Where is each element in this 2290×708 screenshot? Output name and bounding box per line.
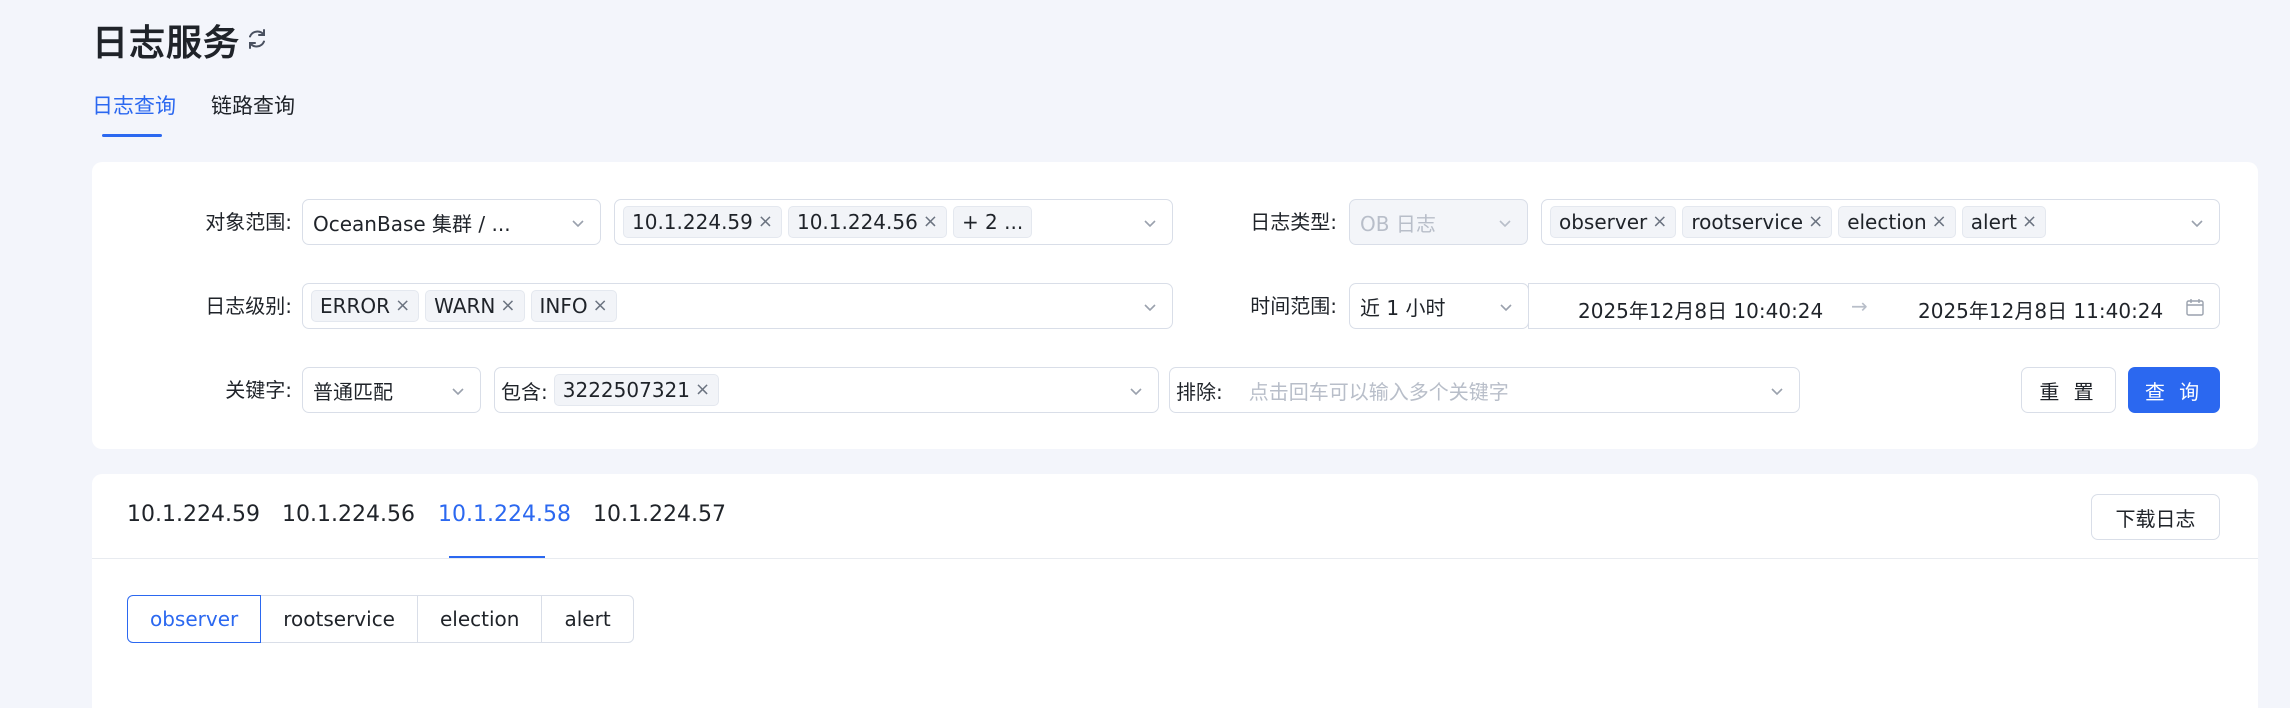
chevron-down-icon bbox=[1144, 304, 1156, 312]
time-preset-select[interactable]: 近 1 小时 bbox=[1349, 283, 1529, 329]
close-icon[interactable]: × bbox=[923, 213, 938, 231]
close-icon[interactable]: × bbox=[500, 297, 515, 315]
chevron-down-icon bbox=[1144, 220, 1156, 228]
log-type-segmented: observer rootservice election alert bbox=[127, 595, 634, 643]
exclude-placeholder: 点击回车可以输入多个关键字 bbox=[1248, 379, 1509, 404]
close-icon[interactable]: × bbox=[395, 297, 410, 315]
close-icon[interactable]: × bbox=[2022, 213, 2037, 231]
host-more-tag[interactable]: + 2 ... bbox=[952, 206, 1033, 238]
close-icon[interactable]: × bbox=[758, 213, 773, 231]
ip-tab[interactable]: 10.1.224.57 bbox=[593, 502, 726, 527]
log-type-label: 日志类型: bbox=[1250, 210, 1337, 234]
segment-alert[interactable]: alert bbox=[541, 595, 634, 643]
log-file-tag: alert × bbox=[1961, 206, 2047, 238]
page-title: 日志服务 bbox=[92, 23, 241, 64]
results-card bbox=[92, 474, 2258, 708]
time-range-label: 时间范围: bbox=[1250, 294, 1337, 318]
segment-rootservice[interactable]: rootservice bbox=[260, 595, 418, 643]
keyword-tag: 3222507321 × bbox=[553, 374, 720, 406]
exclude-prefix: 排除: bbox=[1176, 379, 1223, 404]
include-keyword-input[interactable]: 包含: 3222507321 × bbox=[494, 367, 1159, 413]
host-select[interactable]: 10.1.224.59 × 10.1.224.56 × + 2 ... bbox=[614, 199, 1173, 245]
calendar-icon bbox=[2186, 299, 2204, 316]
refresh-icon[interactable] bbox=[245, 27, 269, 51]
reset-button[interactable]: 重 置 bbox=[2021, 367, 2116, 413]
cluster-select-value: OceanBase 集群 / ... bbox=[313, 211, 511, 236]
cluster-select[interactable]: OceanBase 集群 / ... bbox=[302, 199, 601, 245]
log-file-tag: observer × bbox=[1550, 206, 1677, 238]
start-date-input[interactable]: 2025年12月8日 10:40:24 bbox=[1578, 295, 1823, 324]
scope-label: 对象范围: bbox=[205, 210, 292, 234]
close-icon[interactable]: × bbox=[1808, 213, 1823, 231]
log-level-tag: ERROR × bbox=[311, 290, 420, 322]
chevron-down-icon bbox=[1771, 388, 1783, 396]
time-preset-value: 近 1 小时 bbox=[1360, 295, 1446, 320]
tab-log-query[interactable]: 日志查询 bbox=[92, 90, 176, 120]
date-range-picker[interactable]: 2025年12月8日 10:40:24 → 2025年12月8日 11:40:2… bbox=[1528, 283, 2220, 329]
close-icon[interactable]: × bbox=[695, 381, 710, 399]
end-date-input[interactable]: 2025年12月8日 11:40:24 bbox=[1918, 295, 2163, 324]
close-icon[interactable]: × bbox=[1652, 213, 1667, 231]
host-tag: 10.1.224.56 × bbox=[787, 206, 947, 238]
download-log-button[interactable]: 下载日志 bbox=[2091, 494, 2220, 540]
active-tab-indicator bbox=[102, 134, 162, 137]
keyword-label: 关键字: bbox=[225, 378, 292, 402]
segment-election[interactable]: election bbox=[417, 595, 543, 643]
chevron-down-icon bbox=[1130, 388, 1142, 396]
chevron-down-icon bbox=[2191, 220, 2203, 228]
chevron-down-icon bbox=[572, 220, 584, 228]
tab-trace-query[interactable]: 链路查询 bbox=[211, 90, 295, 120]
include-prefix: 包含: bbox=[501, 379, 548, 404]
log-type-select: OB 日志 bbox=[1349, 199, 1528, 245]
segment-observer[interactable]: observer bbox=[127, 595, 262, 643]
log-level-tag: WARN × bbox=[425, 290, 525, 322]
chevron-down-icon bbox=[452, 388, 464, 396]
range-arrow: → bbox=[1851, 294, 1868, 318]
log-file-tag: rootservice × bbox=[1682, 206, 1833, 238]
close-icon[interactable]: × bbox=[593, 297, 608, 315]
log-level-tag: INFO × bbox=[530, 290, 617, 322]
chevron-down-icon bbox=[1500, 304, 1512, 312]
ip-tab[interactable]: 10.1.224.56 bbox=[282, 502, 415, 527]
exclude-keyword-input[interactable]: 排除: 点击回车可以输入多个关键字 bbox=[1169, 367, 1800, 413]
tab-divider bbox=[92, 558, 2258, 559]
log-file-select[interactable]: observer × rootservice × election × alert × bbox=[1541, 199, 2220, 245]
log-level-label: 日志级别: bbox=[205, 294, 292, 318]
log-file-tag: election × bbox=[1838, 206, 1956, 238]
ip-tab[interactable]: 10.1.224.59 bbox=[127, 502, 260, 527]
ip-tab[interactable]: 10.1.224.58 bbox=[438, 502, 571, 527]
query-button[interactable]: 查 询 bbox=[2128, 367, 2220, 413]
host-tag: 10.1.224.59 × bbox=[623, 206, 782, 238]
close-icon[interactable]: × bbox=[1932, 213, 1947, 231]
match-mode-value: 普通匹配 bbox=[313, 379, 393, 404]
log-level-select[interactable]: ERROR × WARN × INFO × bbox=[302, 283, 1173, 329]
match-mode-select[interactable]: 普通匹配 bbox=[302, 367, 481, 413]
log-type-value: OB 日志 bbox=[1360, 211, 1436, 236]
chevron-down-icon bbox=[1499, 220, 1511, 228]
